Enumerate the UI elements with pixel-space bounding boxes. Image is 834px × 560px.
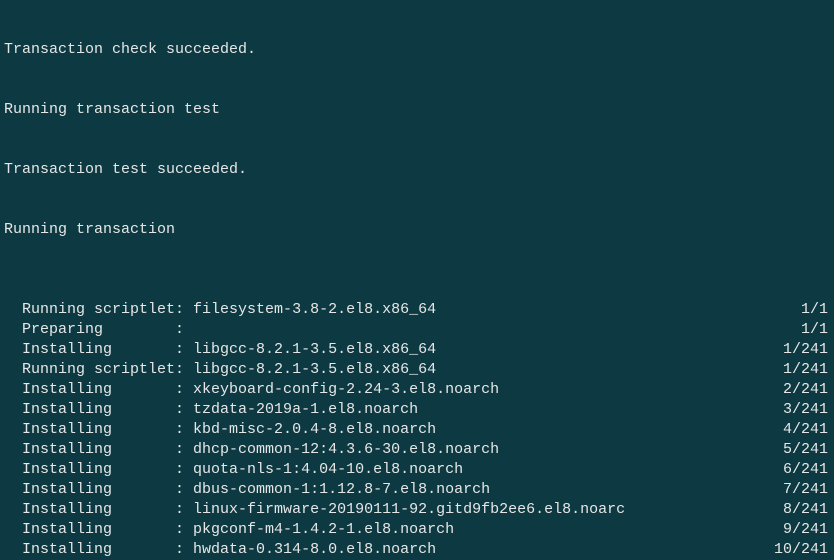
package-name: hwdata-0.314-8.0.el8.noarch — [193, 540, 765, 560]
header-line: Transaction test succeeded. — [4, 160, 830, 180]
indent — [4, 420, 22, 440]
colon-separator: : — [175, 300, 193, 320]
transaction-row: Running scriptlet: libgcc-8.2.1-3.5.el8.… — [4, 360, 830, 380]
progress-count: 7/241 — [765, 480, 830, 500]
action-label: Installing — [22, 540, 175, 560]
progress-count: 6/241 — [765, 460, 830, 480]
transaction-row: Running scriptlet: filesystem-3.8-2.el8.… — [4, 300, 830, 320]
colon-separator: : — [175, 320, 193, 340]
action-label: Installing — [22, 420, 175, 440]
indent — [4, 540, 22, 560]
indent — [4, 460, 22, 480]
indent — [4, 320, 22, 340]
transaction-row: Installing : dbus-common-1:1.12.8-7.el8.… — [4, 480, 830, 500]
package-name: dbus-common-1:1.12.8-7.el8.noarch — [193, 480, 765, 500]
transaction-row: Installing : quota-nls-1:4.04-10.el8.noa… — [4, 460, 830, 480]
colon-separator: : — [175, 400, 193, 420]
indent — [4, 360, 22, 380]
indent — [4, 400, 22, 420]
progress-count: 1/241 — [765, 360, 830, 380]
progress-count: 4/241 — [765, 420, 830, 440]
action-label: Installing — [22, 400, 175, 420]
action-label: Running scriptlet — [22, 360, 175, 380]
action-label: Installing — [22, 480, 175, 500]
progress-count: 1/1 — [765, 320, 830, 340]
package-name — [193, 320, 765, 340]
package-name: quota-nls-1:4.04-10.el8.noarch — [193, 460, 765, 480]
indent — [4, 340, 22, 360]
colon-separator: : — [175, 460, 193, 480]
indent — [4, 300, 22, 320]
transaction-row: Installing : xkeyboard-config-2.24-3.el8… — [4, 380, 830, 400]
package-name: filesystem-3.8-2.el8.x86_64 — [193, 300, 765, 320]
transaction-row: Preparing : 1/1 — [4, 320, 830, 340]
colon-separator: : — [175, 440, 193, 460]
action-label: Installing — [22, 500, 175, 520]
colon-separator: : — [175, 520, 193, 540]
action-label: Installing — [22, 440, 175, 460]
action-label: Preparing — [22, 320, 175, 340]
transaction-row: Installing : pkgconf-m4-1.4.2-1.el8.noar… — [4, 520, 830, 540]
indent — [4, 520, 22, 540]
terminal-output: Transaction check succeeded. Running tra… — [0, 0, 834, 560]
colon-separator: : — [175, 340, 193, 360]
progress-count: 3/241 — [765, 400, 830, 420]
package-name: kbd-misc-2.0.4-8.el8.noarch — [193, 420, 765, 440]
colon-separator: : — [175, 380, 193, 400]
colon-separator: : — [175, 540, 193, 560]
colon-separator: : — [175, 500, 193, 520]
transaction-row: Installing : tzdata-2019a-1.el8.noarch3/… — [4, 400, 830, 420]
action-label: Running scriptlet — [22, 300, 175, 320]
progress-count: 5/241 — [765, 440, 830, 460]
indent — [4, 380, 22, 400]
header-line: Transaction check succeeded. — [4, 40, 830, 60]
indent — [4, 440, 22, 460]
package-name: linux-firmware-20190111-92.gitd9fb2ee6.e… — [193, 500, 765, 520]
package-name: xkeyboard-config-2.24-3.el8.noarch — [193, 380, 765, 400]
transaction-row: Installing : hwdata-0.314-8.0.el8.noarch… — [4, 540, 830, 560]
progress-count: 1/1 — [765, 300, 830, 320]
header-line: Running transaction test — [4, 100, 830, 120]
action-label: Installing — [22, 520, 175, 540]
indent — [4, 480, 22, 500]
header-line: Running transaction — [4, 220, 830, 240]
action-label: Installing — [22, 460, 175, 480]
transaction-row: Installing : libgcc-8.2.1-3.5.el8.x86_64… — [4, 340, 830, 360]
colon-separator: : — [175, 420, 193, 440]
package-name: libgcc-8.2.1-3.5.el8.x86_64 — [193, 360, 765, 380]
progress-count: 1/241 — [765, 340, 830, 360]
progress-count: 2/241 — [765, 380, 830, 400]
progress-count: 10/241 — [765, 540, 830, 560]
progress-count: 9/241 — [765, 520, 830, 540]
action-label: Installing — [22, 340, 175, 360]
transaction-row: Installing : linux-firmware-20190111-92.… — [4, 500, 830, 520]
package-name: pkgconf-m4-1.4.2-1.el8.noarch — [193, 520, 765, 540]
indent — [4, 500, 22, 520]
package-name: dhcp-common-12:4.3.6-30.el8.noarch — [193, 440, 765, 460]
progress-count: 8/241 — [765, 500, 830, 520]
transaction-row: Installing : dhcp-common-12:4.3.6-30.el8… — [4, 440, 830, 460]
action-label: Installing — [22, 380, 175, 400]
package-name: tzdata-2019a-1.el8.noarch — [193, 400, 765, 420]
colon-separator: : — [175, 360, 193, 380]
package-name: libgcc-8.2.1-3.5.el8.x86_64 — [193, 340, 765, 360]
colon-separator: : — [175, 480, 193, 500]
transaction-row: Installing : kbd-misc-2.0.4-8.el8.noarch… — [4, 420, 830, 440]
